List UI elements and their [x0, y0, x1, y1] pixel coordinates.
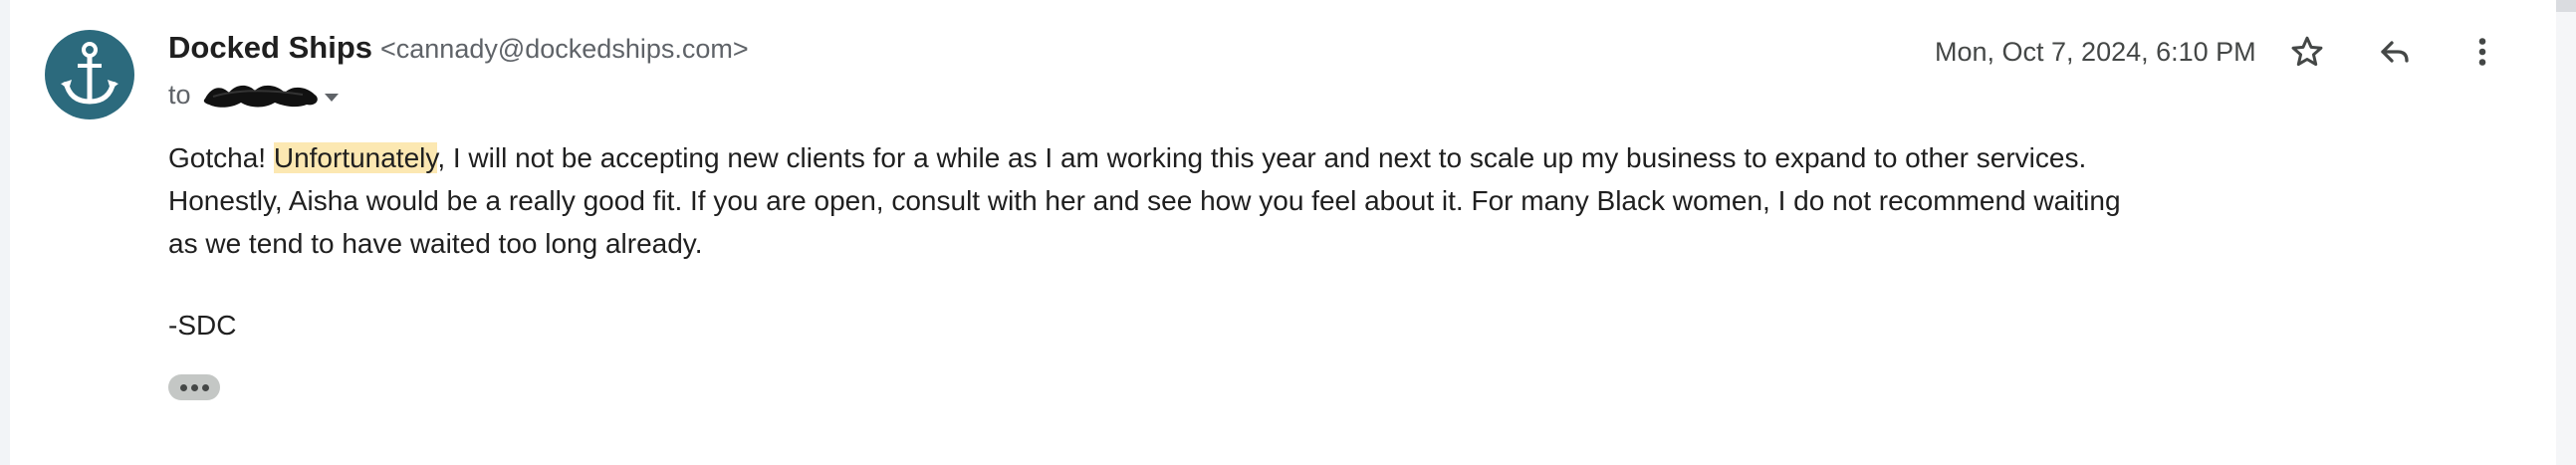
star-button[interactable]	[2283, 28, 2331, 76]
ellipsis-icon	[179, 383, 187, 391]
recipient-row: to	[168, 80, 339, 111]
message-body: Gotcha! Unfortunately, I will not be acc…	[168, 136, 2200, 265]
more-vert-icon	[2478, 38, 2486, 66]
signature: -SDC	[168, 310, 237, 341]
body-line-1: Gotcha! Unfortunately, I will not be acc…	[168, 136, 2200, 179]
sender-name[interactable]: Docked Ships	[168, 30, 372, 66]
body-line-1-start: Gotcha!	[168, 142, 274, 173]
message-date: Mon, Oct 7, 2024, 6:10 PM	[1935, 37, 2256, 67]
body-line-2: Honestly, Aisha would be a really good f…	[168, 185, 2121, 216]
scrollbar[interactable]	[2556, 0, 2576, 465]
scrollbar-thumb[interactable]	[2556, 0, 2576, 12]
more-options-button[interactable]	[2459, 28, 2506, 76]
left-panel-edge	[0, 0, 10, 465]
body-line-3: as we tend to have waited too long alrea…	[168, 228, 703, 259]
body-line-1-end: , I will not be accepting new clients fo…	[437, 142, 2087, 173]
sender-row: Docked Ships <cannady@dockedships.com>	[168, 30, 749, 66]
reply-button[interactable]	[2371, 28, 2419, 76]
star-icon	[2291, 36, 2323, 67]
reply-icon	[2381, 41, 2409, 63]
highlighted-word: Unfortunately	[273, 142, 438, 173]
redacted-recipient	[203, 81, 323, 111]
chevron-down-icon[interactable]	[324, 93, 339, 102]
sender-email: <cannady@dockedships.com>	[380, 34, 749, 64]
to-label: to	[168, 80, 191, 110]
show-trimmed-content-button[interactable]	[168, 374, 220, 400]
anchor-icon	[61, 42, 118, 105]
sender-avatar[interactable]	[45, 30, 134, 119]
